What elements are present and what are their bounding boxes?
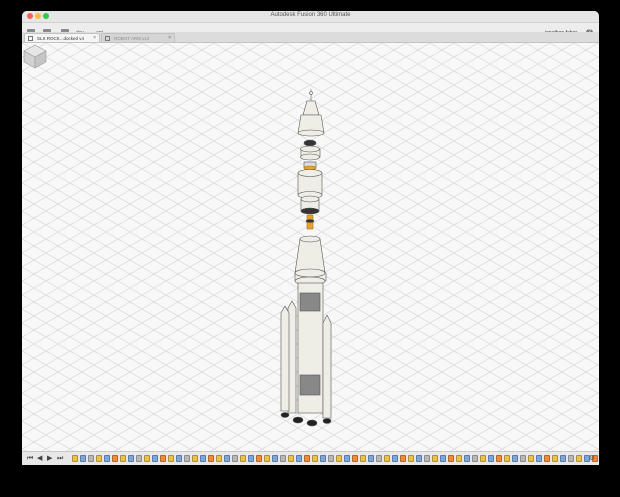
timeline-feature[interactable]	[512, 455, 518, 462]
timeline-feature[interactable]	[576, 455, 582, 462]
timeline-features	[72, 455, 599, 462]
close-tab-icon[interactable]: ×	[168, 34, 171, 42]
rocket-model[interactable]	[22, 43, 599, 451]
timeline-feature[interactable]	[352, 455, 358, 462]
timeline-feature[interactable]	[224, 455, 230, 462]
play-icon[interactable]: ▶	[47, 455, 52, 462]
viewcube-icon[interactable]	[22, 43, 48, 69]
timeline-feature[interactable]	[184, 455, 190, 462]
timeline-feature[interactable]	[192, 455, 198, 462]
tab-label: ROBOT ARM v14	[114, 36, 150, 41]
timeline-feature[interactable]	[328, 455, 334, 462]
timeline-feature[interactable]	[496, 455, 502, 462]
timeline-feature[interactable]	[112, 455, 118, 462]
timeline-feature[interactable]	[392, 455, 398, 462]
timeline-feature[interactable]	[208, 455, 214, 462]
timeline-feature[interactable]	[120, 455, 126, 462]
timeline-feature[interactable]	[480, 455, 486, 462]
timeline-feature[interactable]	[552, 455, 558, 462]
timeline-feature[interactable]	[304, 455, 310, 462]
timeline-feature[interactable]	[288, 455, 294, 462]
timeline-feature[interactable]	[360, 455, 366, 462]
timeline-feature[interactable]	[488, 455, 494, 462]
timeline-feature[interactable]	[568, 455, 574, 462]
timeline-feature[interactable]	[248, 455, 254, 462]
jump-to-start-icon[interactable]: ⏮	[27, 455, 33, 462]
timeline-feature[interactable]	[472, 455, 478, 462]
tab-label: SLS ROCK...docked v4	[37, 36, 85, 41]
timeline-feature[interactable]	[368, 455, 374, 462]
timeline-feature[interactable]	[456, 455, 462, 462]
timeline-feature[interactable]	[72, 455, 78, 462]
timeline-feature[interactable]	[152, 455, 158, 462]
timeline-feature[interactable]	[432, 455, 438, 462]
timeline-feature[interactable]	[176, 455, 182, 462]
timeline-feature[interactable]	[160, 455, 166, 462]
timeline-feature[interactable]	[440, 455, 446, 462]
timeline-bar: ⏮ ◀ ▶ ⏭ ⚙	[22, 451, 599, 465]
timeline-feature[interactable]	[536, 455, 542, 462]
timeline-feature[interactable]	[504, 455, 510, 462]
timeline-feature[interactable]	[128, 455, 134, 462]
document-icon	[105, 36, 110, 41]
timeline-feature[interactable]	[416, 455, 422, 462]
timeline-feature[interactable]	[336, 455, 342, 462]
timeline-feature[interactable]	[408, 455, 414, 462]
jump-to-end-icon[interactable]: ⏭	[57, 455, 63, 462]
timeline-feature[interactable]	[376, 455, 382, 462]
timeline-feature[interactable]	[96, 455, 102, 462]
timeline-feature[interactable]	[80, 455, 86, 462]
timeline-feature[interactable]	[424, 455, 430, 462]
timeline-feature[interactable]	[448, 455, 454, 462]
timeline-feature[interactable]	[256, 455, 262, 462]
timeline-feature[interactable]	[272, 455, 278, 462]
title-bar: Autodesk Fusion 360 Ultimate	[22, 11, 599, 23]
timeline-feature[interactable]	[200, 455, 206, 462]
window-title: Autodesk Fusion 360 Ultimate	[270, 12, 351, 18]
timeline-feature[interactable]	[344, 455, 350, 462]
app-window: Autodesk Fusion 360 Ultimate dev ant jon…	[22, 11, 599, 465]
timeline-feature[interactable]	[560, 455, 566, 462]
timeline-feature[interactable]	[264, 455, 270, 462]
timeline-feature[interactable]	[528, 455, 534, 462]
timeline-feature[interactable]	[400, 455, 406, 462]
timeline-settings-icon[interactable]: ⚙	[589, 455, 595, 462]
timeline-feature[interactable]	[520, 455, 526, 462]
timeline-feature[interactable]	[544, 455, 550, 462]
timeline-feature[interactable]	[464, 455, 470, 462]
timeline-feature[interactable]	[296, 455, 302, 462]
step-back-icon[interactable]: ◀	[37, 455, 42, 462]
document-tabs: SLS ROCK...docked v4 × ROBOT ARM v14 ×	[22, 32, 599, 43]
timeline-feature[interactable]	[232, 455, 238, 462]
timeline-feature[interactable]	[312, 455, 318, 462]
timeline-feature[interactable]	[168, 455, 174, 462]
timeline-feature[interactable]	[104, 455, 110, 462]
timeline-feature[interactable]	[280, 455, 286, 462]
timeline-feature[interactable]	[384, 455, 390, 462]
timeline-feature[interactable]	[144, 455, 150, 462]
timeline-feature[interactable]	[136, 455, 142, 462]
tab-sls-rocket[interactable]: SLS ROCK...docked v4 ×	[24, 33, 100, 42]
document-icon	[28, 36, 33, 41]
timeline-feature[interactable]	[216, 455, 222, 462]
timeline-feature[interactable]	[88, 455, 94, 462]
timeline-feature[interactable]	[320, 455, 326, 462]
tab-robot-arm[interactable]: ROBOT ARM v14 ×	[101, 33, 175, 42]
3d-viewport[interactable]	[22, 43, 599, 451]
timeline-feature[interactable]	[240, 455, 246, 462]
close-tab-icon[interactable]: ×	[93, 34, 96, 42]
